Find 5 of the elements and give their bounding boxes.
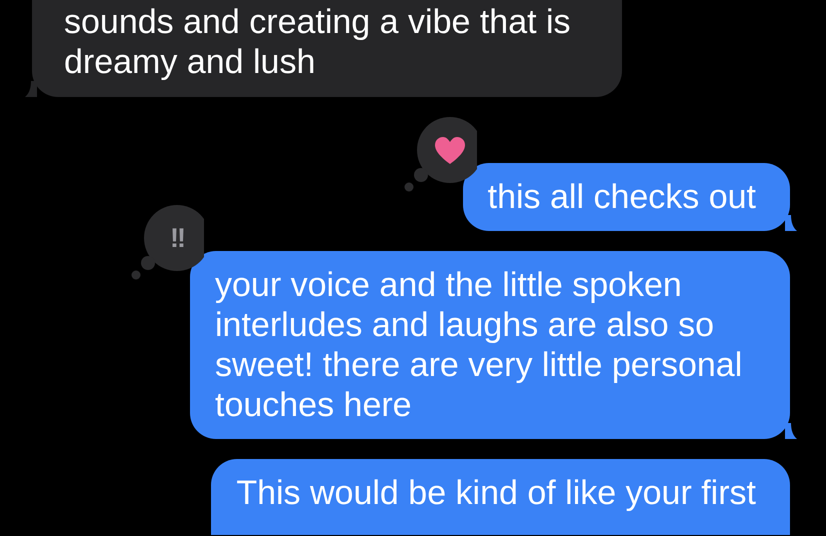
message-text: This would be kind of like your first [236, 474, 756, 512]
emphasis-reaction: !! [170, 223, 184, 253]
message-text: your voice and the little spoken interludes and laughs are also so sweet! there are very little personal touches here [215, 266, 742, 424]
message-text: sounds and creating a vibe that is dreamy and lush [64, 3, 571, 81]
message-text: this all checks out [488, 178, 756, 216]
